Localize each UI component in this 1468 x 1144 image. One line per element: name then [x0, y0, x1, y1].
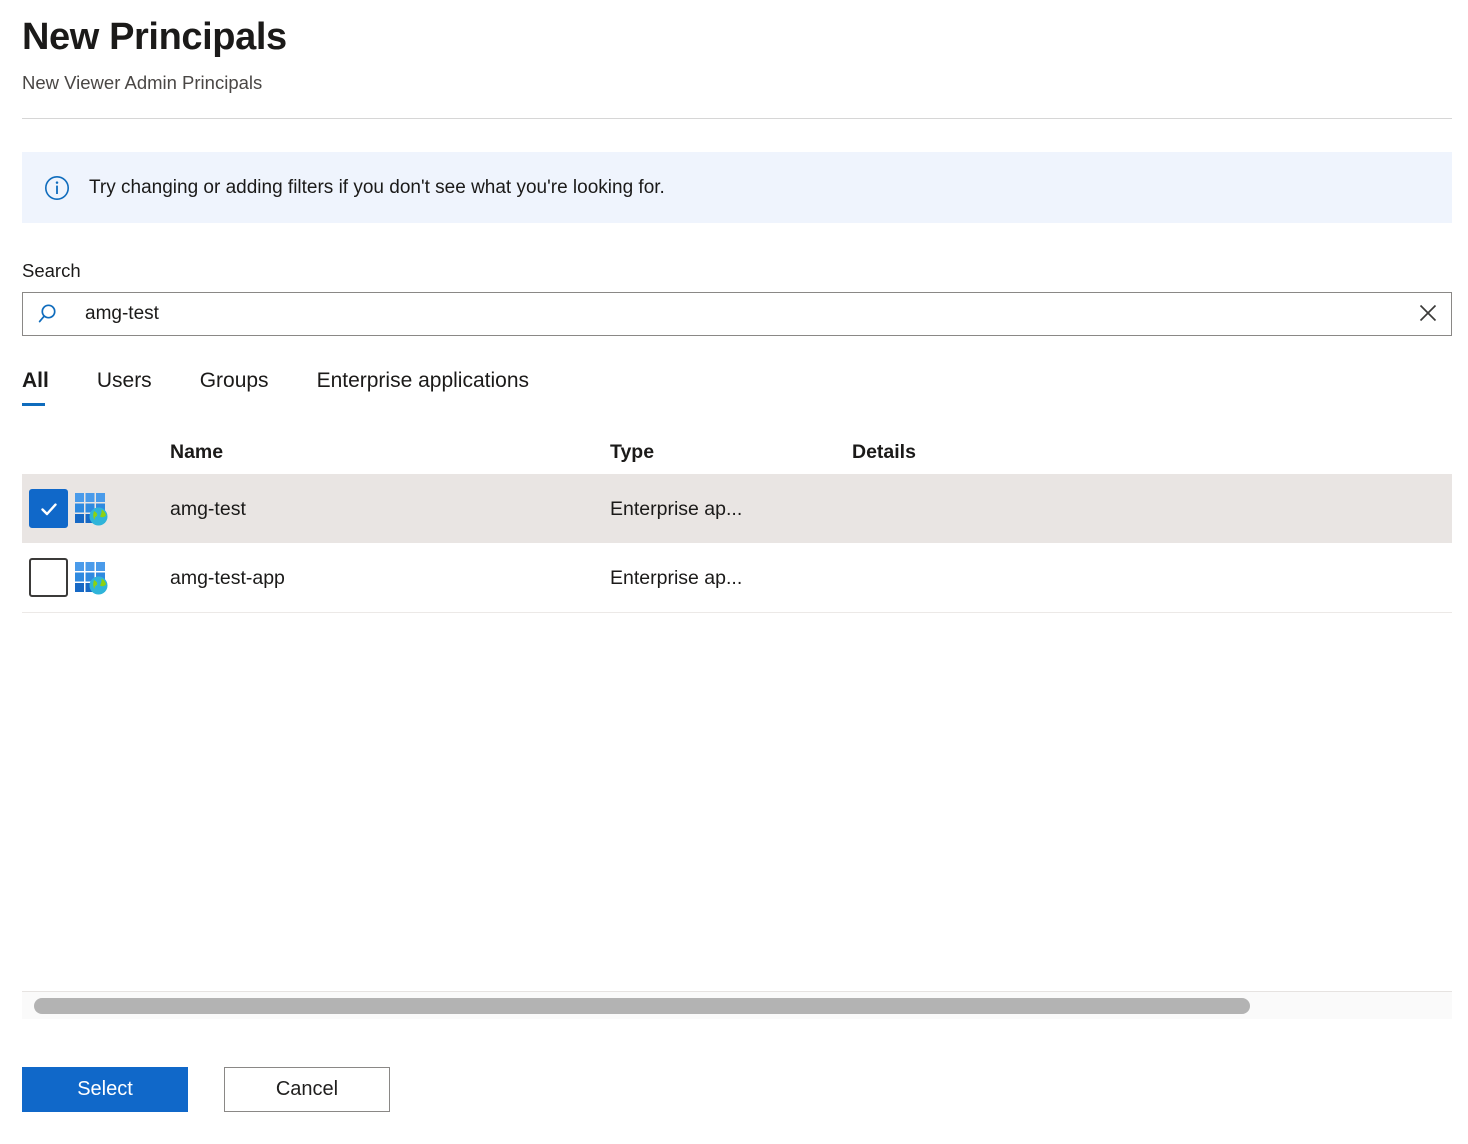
page-title: New Principals: [22, 14, 1446, 60]
row-checkbox[interactable]: [29, 489, 68, 528]
search-label: Search: [22, 259, 1452, 283]
horizontal-scrollbar[interactable]: [22, 991, 1452, 1019]
table-row[interactable]: amg-test Enterprise ap...: [22, 474, 1452, 543]
table-row-divider: [22, 612, 1452, 613]
horizontal-scrollbar-thumb[interactable]: [34, 998, 1250, 1014]
tab-bar: All Users Groups Enterprise applications: [22, 368, 1452, 418]
column-header-details: Details: [852, 441, 1452, 464]
row-name: amg-test: [170, 496, 610, 522]
search-icon: [37, 301, 63, 327]
select-button[interactable]: Select: [22, 1067, 188, 1112]
tab-groups[interactable]: Groups: [200, 368, 269, 406]
clear-search-button[interactable]: [1405, 293, 1451, 335]
column-header-name: Name: [170, 441, 610, 464]
column-header-type: Type: [610, 441, 852, 464]
info-banner: Try changing or adding filters if you do…: [22, 152, 1452, 223]
info-circle-icon: [44, 175, 70, 201]
search-input[interactable]: [63, 293, 1405, 335]
header-divider: [22, 118, 1452, 119]
cancel-button[interactable]: Cancel: [224, 1067, 390, 1112]
tab-all[interactable]: All: [22, 368, 49, 406]
page-header: New Principals New Viewer Admin Principa…: [0, 0, 1468, 96]
row-name: amg-test-app: [170, 565, 610, 591]
table-header-row: Name Type Details: [22, 418, 1452, 474]
tab-enterprise-applications[interactable]: Enterprise applications: [317, 368, 529, 406]
footer-actions: Select Cancel: [0, 1067, 1468, 1112]
tab-users[interactable]: Users: [97, 368, 152, 406]
close-icon: [1413, 298, 1443, 331]
principals-table: Name Type Details: [22, 418, 1452, 613]
row-type: Enterprise ap...: [610, 496, 852, 522]
enterprise-application-icon: [74, 561, 108, 595]
search-field[interactable]: [22, 292, 1452, 336]
row-checkbox[interactable]: [29, 558, 68, 597]
table-row[interactable]: amg-test-app Enterprise ap...: [22, 543, 1452, 612]
info-banner-message: Try changing or adding filters if you do…: [89, 175, 665, 201]
page-subtitle: New Viewer Admin Principals: [22, 70, 1446, 96]
row-type: Enterprise ap...: [610, 565, 852, 591]
search-block: Search: [22, 259, 1452, 336]
enterprise-application-icon: [74, 492, 108, 526]
